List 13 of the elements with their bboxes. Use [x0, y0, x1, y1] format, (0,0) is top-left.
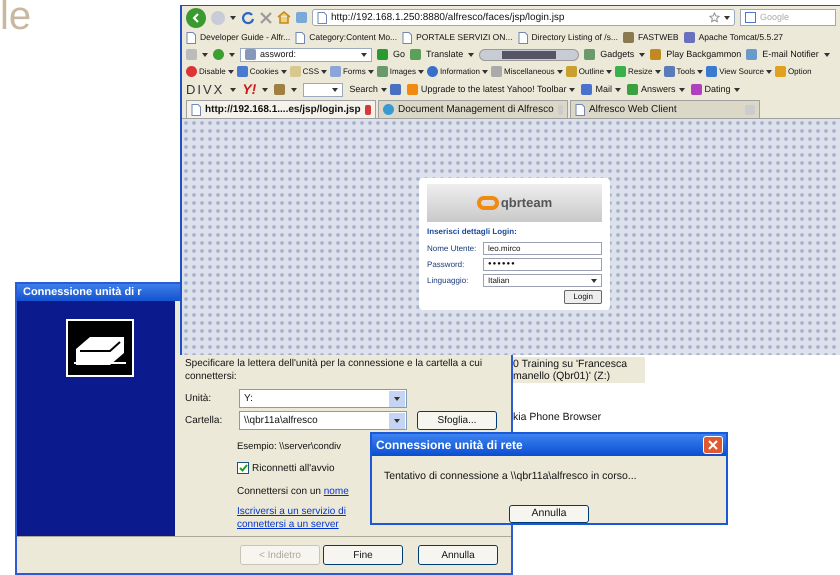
example-text: Esempio: \\server\condiv: [237, 440, 342, 454]
window-title: Connessione unità di r: [23, 285, 142, 300]
login-heading: Inserisci dettagli Login:: [427, 226, 518, 238]
progress-message: Tentativo di connessione a \\qbr11a\alfresco in corso...: [383, 469, 638, 484]
field-label: Unità:: [185, 392, 212, 406]
field-label: Linguaggio:: [427, 274, 470, 286]
field-label: Cartella:: [185, 414, 224, 428]
field-label: Password:: [427, 258, 466, 270]
dialog-title: Connessione unità di rete: [376, 437, 523, 454]
slide-title: le: [0, 0, 32, 32]
qbrteam-logo: qbrteam: [427, 184, 602, 222]
instruction-text: Specificare la lettera dell'unità per la connessione e la cartella a cui connettersi:: [185, 357, 484, 384]
field-label: Nome Utente:: [427, 242, 478, 254]
